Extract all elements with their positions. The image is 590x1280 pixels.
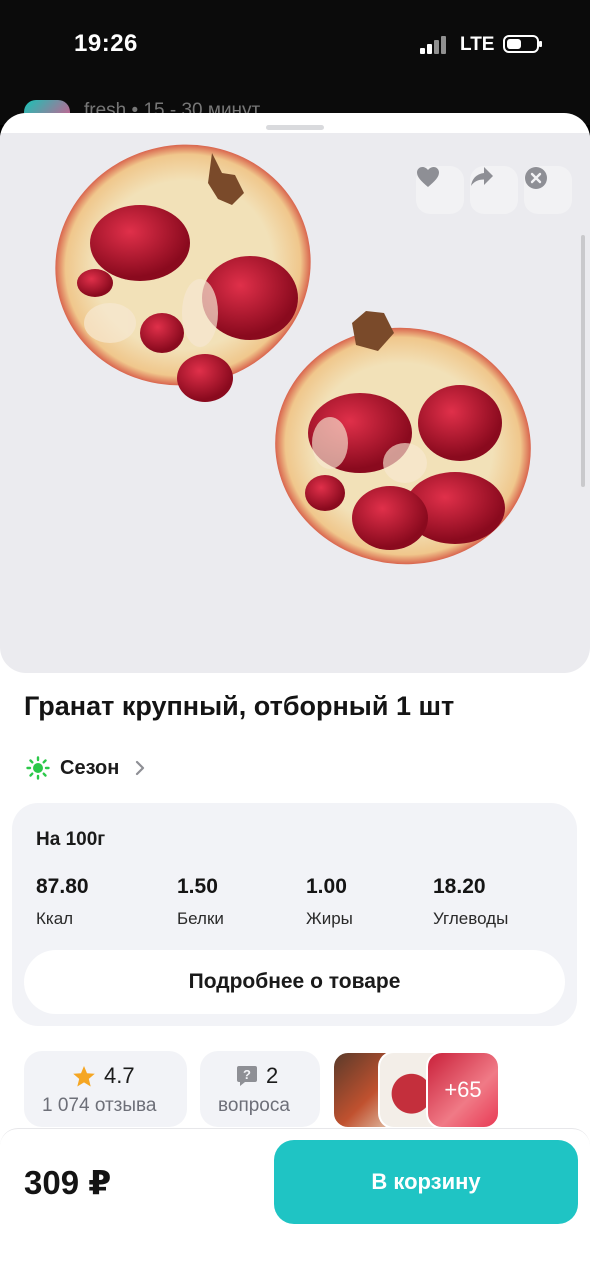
questions-chip[interactable]: ? 2 вопроса <box>200 1051 320 1127</box>
nutrition-label: Жиры <box>306 909 353 928</box>
questions-count: 2 <box>266 1063 279 1088</box>
close-button[interactable] <box>524 166 572 214</box>
product-title: Гранат крупный, отборный 1 шт <box>24 691 455 721</box>
share-icon <box>471 167 493 186</box>
network-type: LTE <box>460 34 495 55</box>
question-icon: ? <box>237 1066 257 1086</box>
sun-icon <box>26 756 50 780</box>
battery-icon <box>503 35 542 53</box>
status-bar: 19:26 LTE <box>0 0 590 95</box>
review-photo-more[interactable]: +65 <box>426 1051 500 1129</box>
season-label: Сезон <box>60 756 120 779</box>
sheet-grabber[interactable] <box>266 125 324 130</box>
more-photos-count: +65 <box>444 1077 482 1102</box>
nutrition-label: Ккал <box>36 909 74 928</box>
rating-top: 4.7 <box>72 1063 135 1089</box>
nutrition-header: На 100г <box>36 829 106 850</box>
nutrition-label: Углеводы <box>433 909 509 928</box>
rating-chip[interactable]: 4.7 1 074 отзыва <box>24 1051 187 1127</box>
nutrition-value: 18.20 <box>433 875 486 898</box>
heart-icon <box>417 167 439 187</box>
nutrition-value: 1.50 <box>177 875 218 898</box>
price: 309 ₽ <box>24 1164 112 1201</box>
nutrition-card: На 100г 87.80 Ккал 1.50 Белки 1.00 Жиры … <box>12 803 577 1026</box>
review-photos[interactable]: +65 <box>332 1051 512 1129</box>
star-icon <box>73 1065 95 1086</box>
signal-icon <box>420 36 450 54</box>
nutrition-calories: 87.80 Ккал <box>36 875 89 929</box>
product-sheet: Гранат крупный, отборный 1 шт Сезон На 1… <box>0 113 590 1280</box>
nutrition-protein: 1.50 Белки <box>177 875 224 929</box>
share-button[interactable] <box>470 166 518 214</box>
season-link[interactable]: Сезон <box>26 753 145 783</box>
nutrition-fat: 1.00 Жиры <box>306 875 353 929</box>
close-icon <box>525 167 547 189</box>
nutrition-value: 87.80 <box>36 875 89 898</box>
bottom-safe-area <box>0 1230 590 1280</box>
status-time: 19:26 <box>74 30 138 57</box>
product-details-button[interactable]: Подробнее о товаре <box>24 950 565 1014</box>
reviews-count: 1 074 отзыва <box>42 1095 157 1116</box>
rating-value: 4.7 <box>104 1063 135 1088</box>
questions-label: вопроса <box>218 1095 290 1116</box>
nutrition-carbs: 18.20 Углеводы <box>433 875 508 929</box>
product-image[interactable] <box>0 133 590 673</box>
pomegranate-image <box>55 144 531 565</box>
nutrition-value: 1.00 <box>306 875 347 898</box>
svg-text:?: ? <box>243 1067 251 1082</box>
add-to-cart-button[interactable]: В корзину <box>274 1140 578 1224</box>
scroll-indicator[interactable] <box>581 235 585 487</box>
chevron-right-icon <box>136 760 145 776</box>
bottom-bar: 309 ₽ В корзину <box>0 1128 590 1230</box>
questions-top: ? 2 <box>236 1063 278 1089</box>
nutrition-label: Белки <box>177 909 224 928</box>
favorite-button[interactable] <box>416 166 464 214</box>
